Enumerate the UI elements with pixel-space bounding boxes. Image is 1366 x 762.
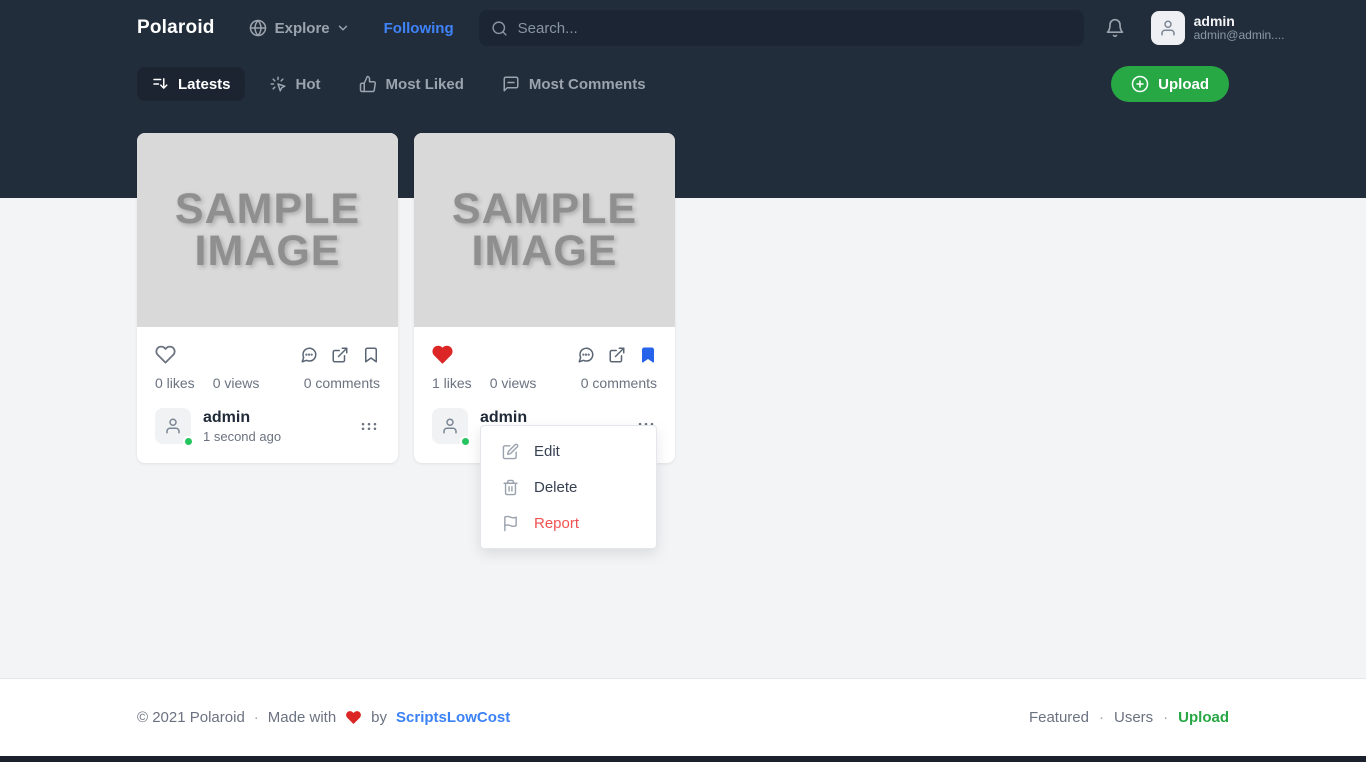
bottom-dark-bar xyxy=(0,756,1366,762)
notifications-button[interactable] xyxy=(1105,18,1125,38)
user-name: admin xyxy=(1194,13,1285,29)
click-spark-icon xyxy=(269,75,287,93)
thumbs-up-icon xyxy=(359,75,377,93)
tab-most-liked[interactable]: Most Liked xyxy=(345,67,478,101)
credit-link[interactable]: ScriptsLowCost xyxy=(396,709,510,726)
likes-count: 1 likes xyxy=(432,375,472,391)
photo-card: SAMPLE IMAGE 1 likes xyxy=(414,133,675,463)
dots-menu-icon xyxy=(358,415,380,437)
like-button[interactable] xyxy=(155,344,176,365)
bell-icon xyxy=(1105,18,1125,38)
main-content: SAMPLE IMAGE 0 likes xyxy=(0,198,1366,678)
heart-filled-icon xyxy=(345,709,362,726)
footer-link-upload[interactable]: Upload xyxy=(1178,709,1229,726)
tab-hot[interactable]: Hot xyxy=(255,67,335,101)
footer-link-users[interactable]: Users xyxy=(1114,709,1153,726)
top-navbar: Polaroid Explore Following xyxy=(137,0,1229,46)
photo-thumbnail[interactable]: SAMPLE IMAGE xyxy=(414,133,675,327)
by-text: by xyxy=(371,709,387,726)
heart-filled-icon xyxy=(432,344,453,365)
share-button[interactable] xyxy=(331,346,349,364)
menu-item-edit-label: Edit xyxy=(534,443,560,460)
plus-circle-icon xyxy=(1131,75,1149,93)
bookmark-button[interactable] xyxy=(362,346,380,364)
footer-link-featured[interactable]: Featured xyxy=(1029,709,1089,726)
footer-separator: · xyxy=(1163,709,1168,726)
comment-icon xyxy=(577,346,595,364)
avatar xyxy=(1151,11,1185,45)
sample-image-placeholder: SAMPLE IMAGE xyxy=(173,188,363,272)
comment-button[interactable] xyxy=(577,346,595,364)
globe-icon xyxy=(249,19,267,37)
flag-icon xyxy=(502,515,519,532)
footer-separator: · xyxy=(254,709,259,726)
brand-logo[interactable]: Polaroid xyxy=(137,17,215,39)
tab-latests-label: Latests xyxy=(178,76,231,93)
user-icon xyxy=(1159,19,1177,37)
nav-following-label: Following xyxy=(384,20,454,37)
author-avatar[interactable] xyxy=(432,408,468,444)
context-menu: Edit Delete Report xyxy=(480,425,657,549)
bookmark-button[interactable] xyxy=(639,346,657,364)
made-with-text: Made with xyxy=(268,709,336,726)
views-count: 0 views xyxy=(490,375,537,391)
search-box[interactable] xyxy=(479,10,1084,46)
comment-button[interactable] xyxy=(300,346,318,364)
sample-image-placeholder: SAMPLE IMAGE xyxy=(450,188,640,272)
bookmark-filled-icon xyxy=(639,346,657,364)
author-avatar[interactable] xyxy=(155,408,191,444)
menu-item-edit[interactable]: Edit xyxy=(481,433,656,469)
tab-latests[interactable]: Latests xyxy=(137,67,245,101)
online-status-dot xyxy=(460,436,471,447)
comments-count: 0 comments xyxy=(581,375,657,391)
online-status-dot xyxy=(183,436,194,447)
tab-most-comments[interactable]: Most Comments xyxy=(488,67,660,101)
user-email: admin@admin.... xyxy=(1194,29,1285,43)
tab-most-comments-label: Most Comments xyxy=(529,76,646,93)
trash-icon xyxy=(502,479,519,496)
footer-separator: · xyxy=(1099,709,1104,726)
page-footer: © 2021 Polaroid · Made with by ScriptsLo… xyxy=(0,678,1366,756)
post-time: 1 second ago xyxy=(203,429,281,445)
user-icon xyxy=(441,417,459,435)
photo-thumbnail[interactable]: SAMPLE IMAGE xyxy=(137,133,398,327)
author-name[interactable]: admin xyxy=(203,408,281,427)
external-link-icon xyxy=(608,346,626,364)
chevron-down-icon xyxy=(336,21,350,35)
nav-explore-label: Explore xyxy=(275,20,330,37)
share-button[interactable] xyxy=(608,346,626,364)
user-icon xyxy=(164,417,182,435)
search-icon xyxy=(491,20,508,37)
like-button[interactable] xyxy=(432,344,453,365)
views-count: 0 views xyxy=(213,375,260,391)
likes-count: 0 likes xyxy=(155,375,195,391)
menu-item-report[interactable]: Report xyxy=(481,505,656,541)
tab-most-liked-label: Most Liked xyxy=(386,76,464,93)
comments-count: 0 comments xyxy=(304,375,380,391)
copyright-text: © 2021 Polaroid xyxy=(137,709,245,726)
bookmark-icon xyxy=(362,346,380,364)
photo-grid: SAMPLE IMAGE 0 likes xyxy=(137,133,1229,463)
photo-card: SAMPLE IMAGE 0 likes xyxy=(137,133,398,463)
external-link-icon xyxy=(331,346,349,364)
menu-item-delete[interactable]: Delete xyxy=(481,469,656,505)
edit-icon xyxy=(502,443,519,460)
feed-tabs: Latests Hot Most Liked Most Comments Upl… xyxy=(137,66,1229,102)
sort-descending-icon xyxy=(151,75,169,93)
upload-button[interactable]: Upload xyxy=(1111,66,1229,102)
user-menu[interactable]: admin admin@admin.... xyxy=(1151,11,1285,45)
tab-hot-label: Hot xyxy=(296,76,321,93)
comment-icon xyxy=(300,346,318,364)
nav-explore[interactable]: Explore xyxy=(249,19,350,37)
comments-icon xyxy=(502,75,520,93)
heart-icon xyxy=(155,344,176,365)
nav-following[interactable]: Following xyxy=(384,20,454,37)
menu-item-report-label: Report xyxy=(534,515,579,532)
more-options-button[interactable] xyxy=(358,415,380,437)
search-input[interactable] xyxy=(518,20,1072,37)
upload-button-label: Upload xyxy=(1158,76,1209,93)
menu-item-delete-label: Delete xyxy=(534,479,577,496)
